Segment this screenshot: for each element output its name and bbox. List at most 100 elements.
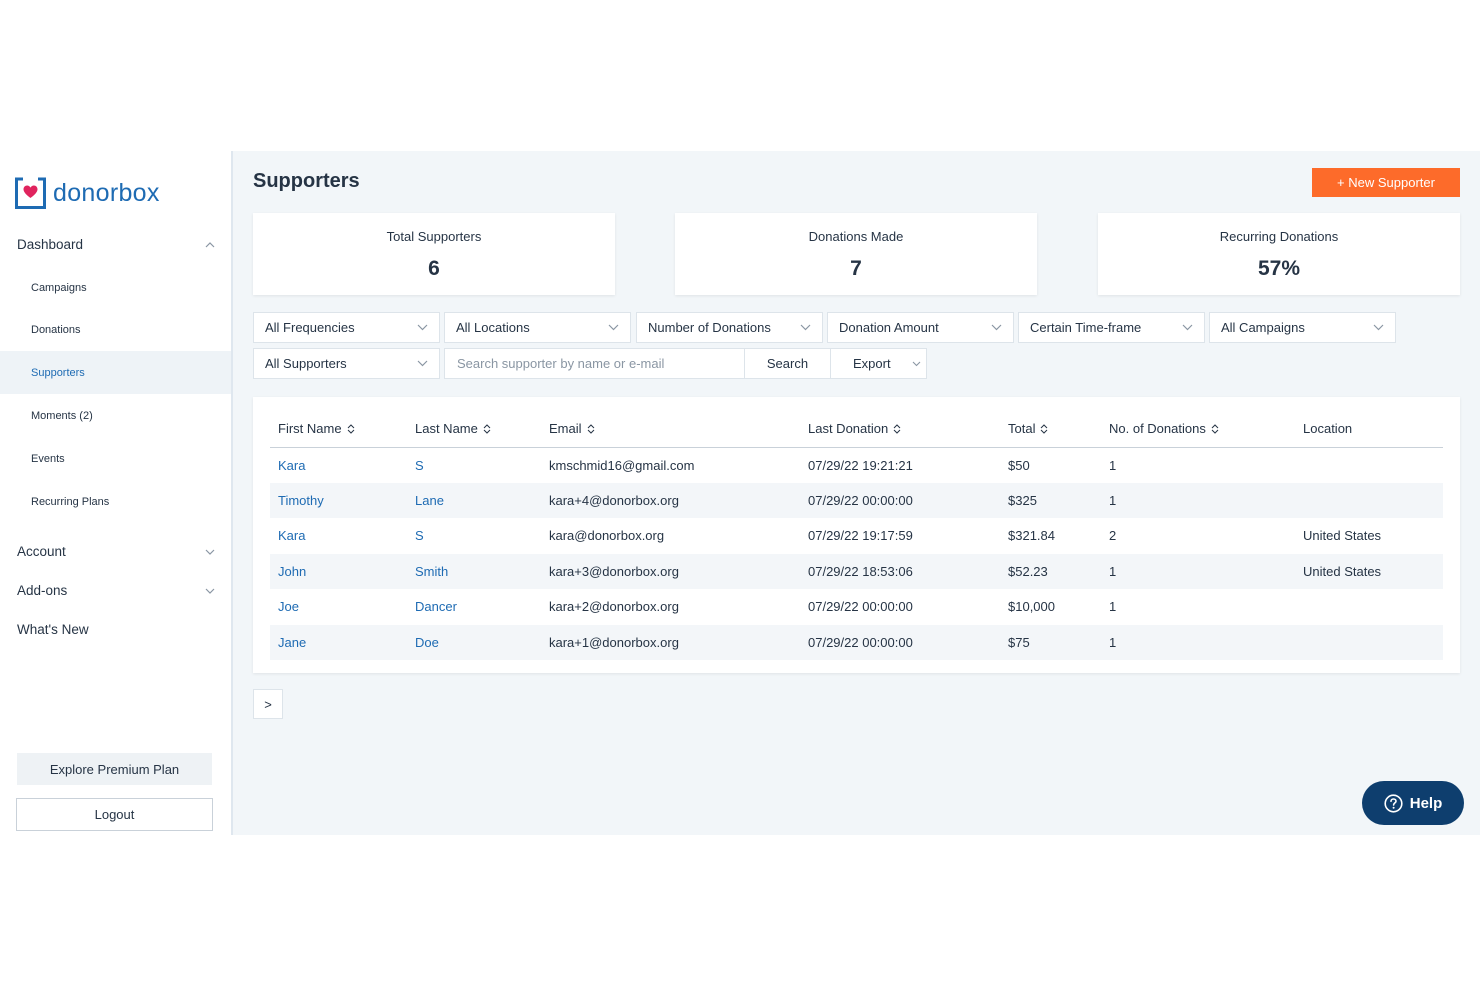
- filter-value: All Frequencies: [265, 320, 355, 335]
- column-header-total[interactable]: Total: [1000, 411, 1101, 448]
- column-header-label: No. of Donations: [1109, 421, 1206, 437]
- timeframe-filter-select[interactable]: Certain Time-frame: [1018, 312, 1205, 343]
- help-button[interactable]: Help: [1362, 781, 1464, 825]
- supporters-table: First Name Last Name Email Last Donation Tot…: [270, 411, 1443, 660]
- column-header-last-name[interactable]: Last Name: [407, 411, 541, 448]
- sidebar: donorbox Dashboard Campaigns Donations S…: [0, 151, 233, 835]
- next-page-button[interactable]: >: [253, 689, 283, 719]
- first-name-cell[interactable]: Kara: [270, 447, 407, 483]
- logout-button[interactable]: Logout: [16, 798, 213, 831]
- first-name-cell[interactable]: Kara: [270, 518, 407, 554]
- donation-count-cell: 1: [1109, 599, 1117, 615]
- table-row: John Smith kara+3@donorbox.org 07/29/22 18:…: [270, 553, 1443, 589]
- last-name-cell[interactable]: S: [407, 447, 541, 483]
- last-name-cell[interactable]: Doe: [407, 624, 541, 660]
- sidebar-item-recurring-plans[interactable]: Recurring Plans: [0, 480, 231, 523]
- stat-label: Total Supporters: [386, 229, 482, 244]
- total-cell: $10,000: [1008, 599, 1055, 615]
- first-name-cell[interactable]: Timothy: [270, 482, 407, 518]
- sidebar-item-label: Moments (2): [31, 409, 93, 422]
- chevron-down-icon: [1182, 324, 1193, 331]
- first-name-cell[interactable]: John: [270, 553, 407, 589]
- donation-count-cell: 1: [1109, 457, 1117, 473]
- stat-value: 6: [428, 257, 440, 280]
- explore-premium-button[interactable]: Explore Premium Plan: [17, 753, 212, 785]
- chevron-down-icon: [1373, 324, 1384, 331]
- location-cell: [1295, 624, 1443, 660]
- email-cell: kara+1@donorbox.org: [541, 624, 800, 660]
- sort-icon: [1211, 424, 1219, 434]
- sidebar-item-donations[interactable]: Donations: [0, 308, 231, 351]
- stat-value: 7: [850, 257, 862, 280]
- frequency-filter-select[interactable]: All Frequencies: [253, 312, 440, 343]
- sidebar-item-moments[interactable]: Moments (2): [0, 394, 231, 437]
- location-cell: [1295, 447, 1443, 483]
- export-label: Export: [853, 356, 891, 371]
- stat-value: 57%: [1257, 257, 1301, 280]
- stat-label: Recurring Donations: [1219, 229, 1339, 244]
- column-header-no-of-donations[interactable]: No. of Donations: [1101, 411, 1295, 448]
- nav-addons[interactable]: Add-ons: [17, 583, 215, 598]
- last-name-cell[interactable]: Dancer: [407, 589, 541, 625]
- email-cell: kara@donorbox.org: [549, 528, 665, 544]
- location-cell: [1295, 589, 1443, 625]
- location-cell: United States: [1295, 553, 1443, 589]
- sidebar-item-label: Events: [31, 452, 65, 465]
- column-header-first-name[interactable]: First Name: [270, 411, 407, 448]
- nav-whats-new[interactable]: What's New: [17, 622, 215, 637]
- help-label: Help: [1409, 794, 1443, 812]
- table-row: Joe Dancer kara+2@donorbox.org 07/29/22 00:…: [270, 589, 1443, 625]
- email-cell: kara+2@donorbox.org: [549, 599, 679, 615]
- sort-icon: [347, 424, 354, 434]
- filter-value: Certain Time-frame: [1030, 320, 1142, 335]
- search-button[interactable]: Search: [744, 348, 831, 379]
- column-header-email[interactable]: Email: [541, 411, 800, 448]
- nav-whats-new-label: What's New: [17, 622, 89, 637]
- filter-value: All Campaigns: [1221, 320, 1305, 335]
- new-supporter-button[interactable]: + New Supporter: [1312, 168, 1460, 197]
- total-cell: $325: [1000, 482, 1101, 518]
- campaigns-filter-select[interactable]: All Campaigns: [1209, 312, 1396, 343]
- donation-amount-filter-select[interactable]: Donation Amount: [827, 312, 1014, 343]
- supporters-filter-select[interactable]: All Supporters: [253, 348, 440, 379]
- sidebar-item-events[interactable]: Events: [0, 437, 231, 480]
- sidebar-item-label: Campaigns: [31, 281, 87, 294]
- column-header-last-donation[interactable]: Last Donation: [800, 411, 1000, 448]
- sort-icon: [893, 424, 901, 434]
- last-name-cell[interactable]: S: [407, 518, 541, 554]
- donorbox-logo-icon: [15, 177, 46, 209]
- sidebar-item-label: Recurring Plans: [31, 495, 110, 508]
- sidebar-item-campaigns[interactable]: Campaigns: [0, 266, 231, 309]
- table-row: Kara Skmschmid16@gmail.com 07/29/22 19:21:…: [270, 447, 1443, 483]
- column-header-label: Last Donation: [808, 421, 889, 437]
- table-row: Kara Skara@donorbox.org 07/29/22 19:17:59 $…: [270, 518, 1443, 554]
- filter-value: Donation Amount: [839, 320, 939, 335]
- search-supporter-input[interactable]: [444, 348, 745, 379]
- last-donation-cell: 07/29/22 18:53:06: [800, 553, 1000, 589]
- first-name-cell[interactable]: Jane: [270, 624, 407, 660]
- nav-dashboard[interactable]: Dashboard: [17, 237, 215, 252]
- last-donation-cell: 07/29/22 00:00:00: [800, 624, 1000, 660]
- export-button[interactable]: Export: [830, 348, 927, 379]
- brand-logo[interactable]: donorbox: [14, 176, 160, 210]
- stat-label: Donations Made: [808, 229, 904, 244]
- app-window: donorbox Dashboard Campaigns Donations S…: [0, 151, 1480, 835]
- sidebar-item-supporters[interactable]: Supporters: [0, 351, 231, 394]
- nav-account[interactable]: Account: [17, 544, 215, 559]
- number-of-donations-filter-select[interactable]: Number of Donations: [636, 312, 823, 343]
- last-donation-cell: 07/29/22 19:17:59: [808, 528, 913, 544]
- question-circle-icon: [1384, 793, 1403, 813]
- chevron-down-icon: [912, 361, 921, 367]
- total-cell: $75: [1000, 624, 1101, 660]
- chevron-down-icon: [417, 360, 428, 367]
- brand-name: donorbox: [53, 178, 160, 207]
- supporters-table-card: First Name Last Name Email Last Donation Tot…: [253, 397, 1460, 673]
- locations-filter-select[interactable]: All Locations: [444, 312, 631, 343]
- chevron-down-icon: [608, 324, 619, 331]
- last-name-cell[interactable]: Lane: [407, 482, 541, 518]
- sort-icon: [1041, 424, 1048, 434]
- last-name-cell[interactable]: Smith: [407, 553, 541, 589]
- sidebar-item-label: Donations: [31, 323, 81, 336]
- donation-count-cell: 1: [1101, 624, 1295, 660]
- first-name-cell[interactable]: Joe: [270, 589, 407, 625]
